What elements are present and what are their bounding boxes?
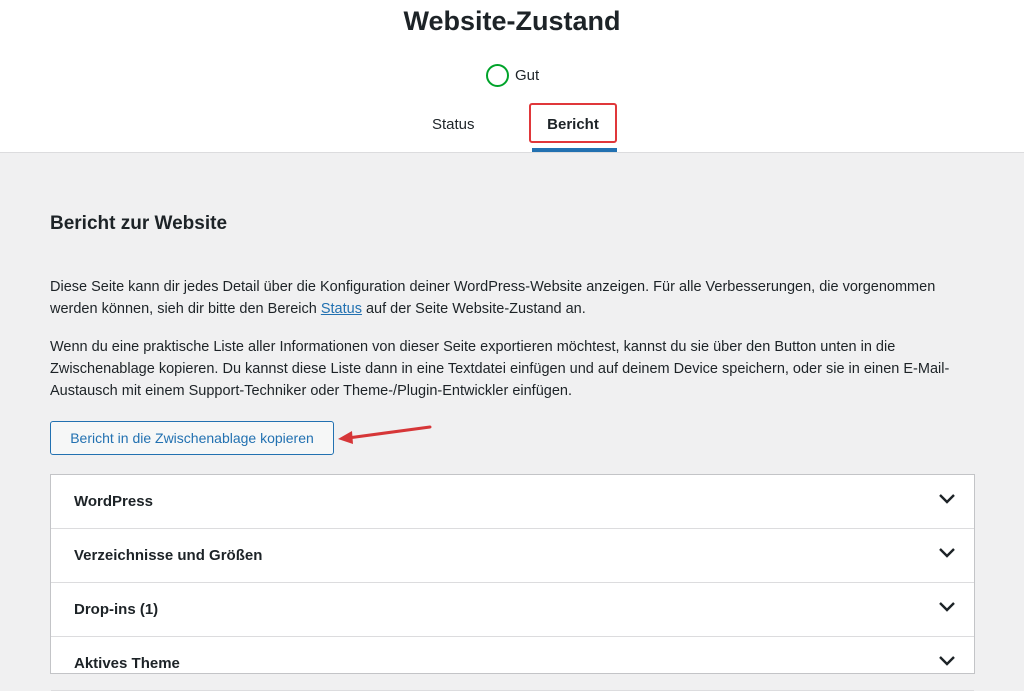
tab-bericht[interactable]: Bericht — [531, 116, 615, 133]
chevron-down-icon — [939, 602, 955, 612]
chevron-down-icon — [939, 494, 955, 504]
annotation-arrow-icon — [338, 425, 432, 444]
health-circle-icon — [486, 63, 509, 87]
page-title: Website-Zustand — [403, 6, 621, 36]
accordion-item-directories[interactable]: Verzeichnisse und Größen — [51, 529, 974, 583]
health-status-label: Gut — [515, 66, 540, 84]
copy-report-button[interactable]: Bericht in die Zwischenablage kopieren — [50, 421, 334, 455]
tab-status[interactable]: Status — [432, 116, 475, 133]
chevron-down-icon — [939, 548, 955, 558]
report-accordion: WordPress Verzeichnisse und Größen Drop-… — [50, 474, 975, 691]
accordion-item-label: Verzeichnisse und Größen — [74, 547, 263, 564]
accordion-item-drop-ins[interactable]: Drop-ins (1) — [51, 583, 974, 637]
accordion-item-label: Drop-ins (1) — [74, 601, 159, 618]
accordion-item-wordpress[interactable]: WordPress — [51, 475, 974, 529]
report-export-paragraph: Wenn du eine praktische Liste aller Info… — [50, 339, 950, 399]
report-intro-paragraph: Diese Seite kann dir jedes Detail über d… — [50, 276, 980, 320]
report-title: Bericht zur Website — [50, 213, 228, 234]
active-tab-indicator — [532, 148, 617, 152]
intro-text-end: auf der Seite Website-Zustand an. — [361, 301, 586, 317]
chevron-down-icon — [939, 656, 955, 666]
accordion-item-label: WordPress — [74, 493, 153, 510]
accordion-item-active-theme[interactable]: Aktives Theme — [51, 637, 974, 691]
health-status: Gut — [486, 63, 539, 87]
tab-bericht-highlight: Bericht — [529, 103, 617, 143]
page-header: Website-Zustand Gut Status Bericht — [0, 0, 1024, 153]
accordion-item-label: Aktives Theme — [74, 655, 180, 672]
status-link[interactable]: Status — [321, 301, 362, 317]
